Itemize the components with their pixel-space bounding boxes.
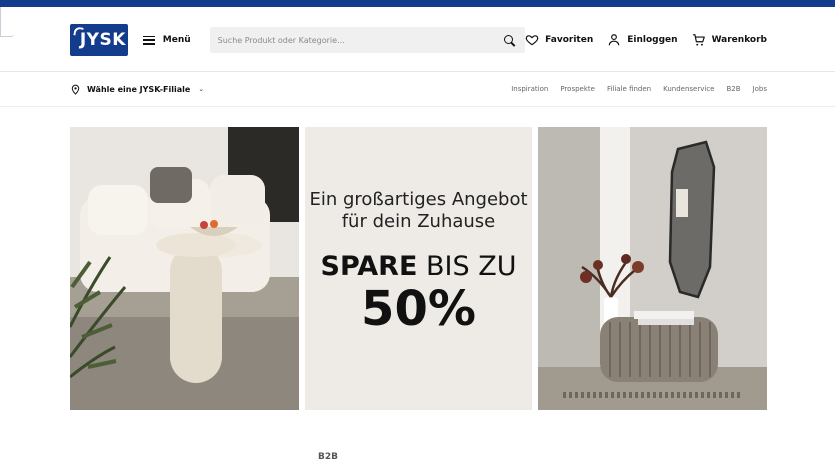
search-bar (209, 27, 526, 53)
link-inspiration[interactable]: Inspiration (511, 85, 548, 93)
search-icon[interactable] (504, 34, 515, 46)
link-prospekte[interactable]: Prospekte (560, 85, 595, 93)
favorites-label: Favoriten (545, 35, 594, 45)
link-filiale-finden[interactable]: Filiale finden (607, 85, 651, 93)
link-kundenservice[interactable]: Kundenservice (663, 85, 714, 93)
login-label: Einloggen (627, 35, 678, 45)
hero-banner: Ein großartiges Angebot für dein Zuhause… (70, 127, 767, 410)
header-actions: Favoriten Einloggen Warenkorb (525, 33, 767, 47)
cart-label: Warenkorb (711, 35, 767, 45)
link-jobs[interactable]: Jobs (753, 85, 767, 93)
logo-text: JYSK (79, 30, 126, 50)
promo-panel[interactable]: Ein großartiges Angebot für dein Zuhause… (305, 127, 532, 410)
sub-navigation: Wähle eine JYSK-Filiale ⌄ Inspiration Pr… (70, 80, 767, 98)
promo-save-rest: BIS ZU (417, 251, 517, 282)
promo-save-bold: SPARE (320, 251, 418, 282)
header-divider (0, 71, 835, 72)
hero-image-hallway[interactable] (538, 127, 767, 410)
favorites-button[interactable]: Favoriten (525, 33, 593, 47)
chevron-down-icon: ⌄ (198, 85, 205, 93)
cart-button[interactable]: Warenkorb (692, 33, 767, 47)
promo-headline: Ein großartiges Angebot für dein Zuhause (309, 189, 528, 232)
jysk-logo[interactable]: JYSK (70, 24, 128, 56)
promo-percent: 50% (361, 281, 476, 337)
b2b-heading: B2B (318, 452, 338, 462)
store-selector-label: Wähle eine JYSK-Filiale (87, 84, 191, 94)
search-input[interactable] (217, 35, 505, 45)
corner-tab (0, 7, 14, 37)
hallway-illustration (538, 127, 767, 410)
site-header: JYSK Menü Favoriten Einloggen Warenkorb (70, 22, 767, 58)
hero-image-living-room[interactable] (70, 127, 299, 410)
user-icon (609, 34, 620, 46)
living-room-illustration (70, 127, 299, 410)
top-brand-bar (0, 0, 835, 7)
store-selector[interactable]: Wähle eine JYSK-Filiale ⌄ (70, 84, 204, 95)
menu-label: Menü (162, 35, 191, 45)
hamburger-icon (142, 35, 155, 45)
login-button[interactable]: Einloggen (607, 33, 678, 47)
location-pin-icon (71, 84, 80, 95)
menu-button[interactable]: Menü (142, 35, 191, 45)
heart-icon (525, 35, 539, 46)
utility-links: Inspiration Prospekte Filiale finden Kun… (511, 85, 767, 93)
link-b2b[interactable]: B2B (727, 85, 741, 93)
promo-save-text: SPARE BIS ZU (321, 251, 517, 283)
cart-icon (692, 34, 705, 46)
logo-bird-mark (73, 26, 84, 37)
subnav-divider (0, 106, 835, 107)
